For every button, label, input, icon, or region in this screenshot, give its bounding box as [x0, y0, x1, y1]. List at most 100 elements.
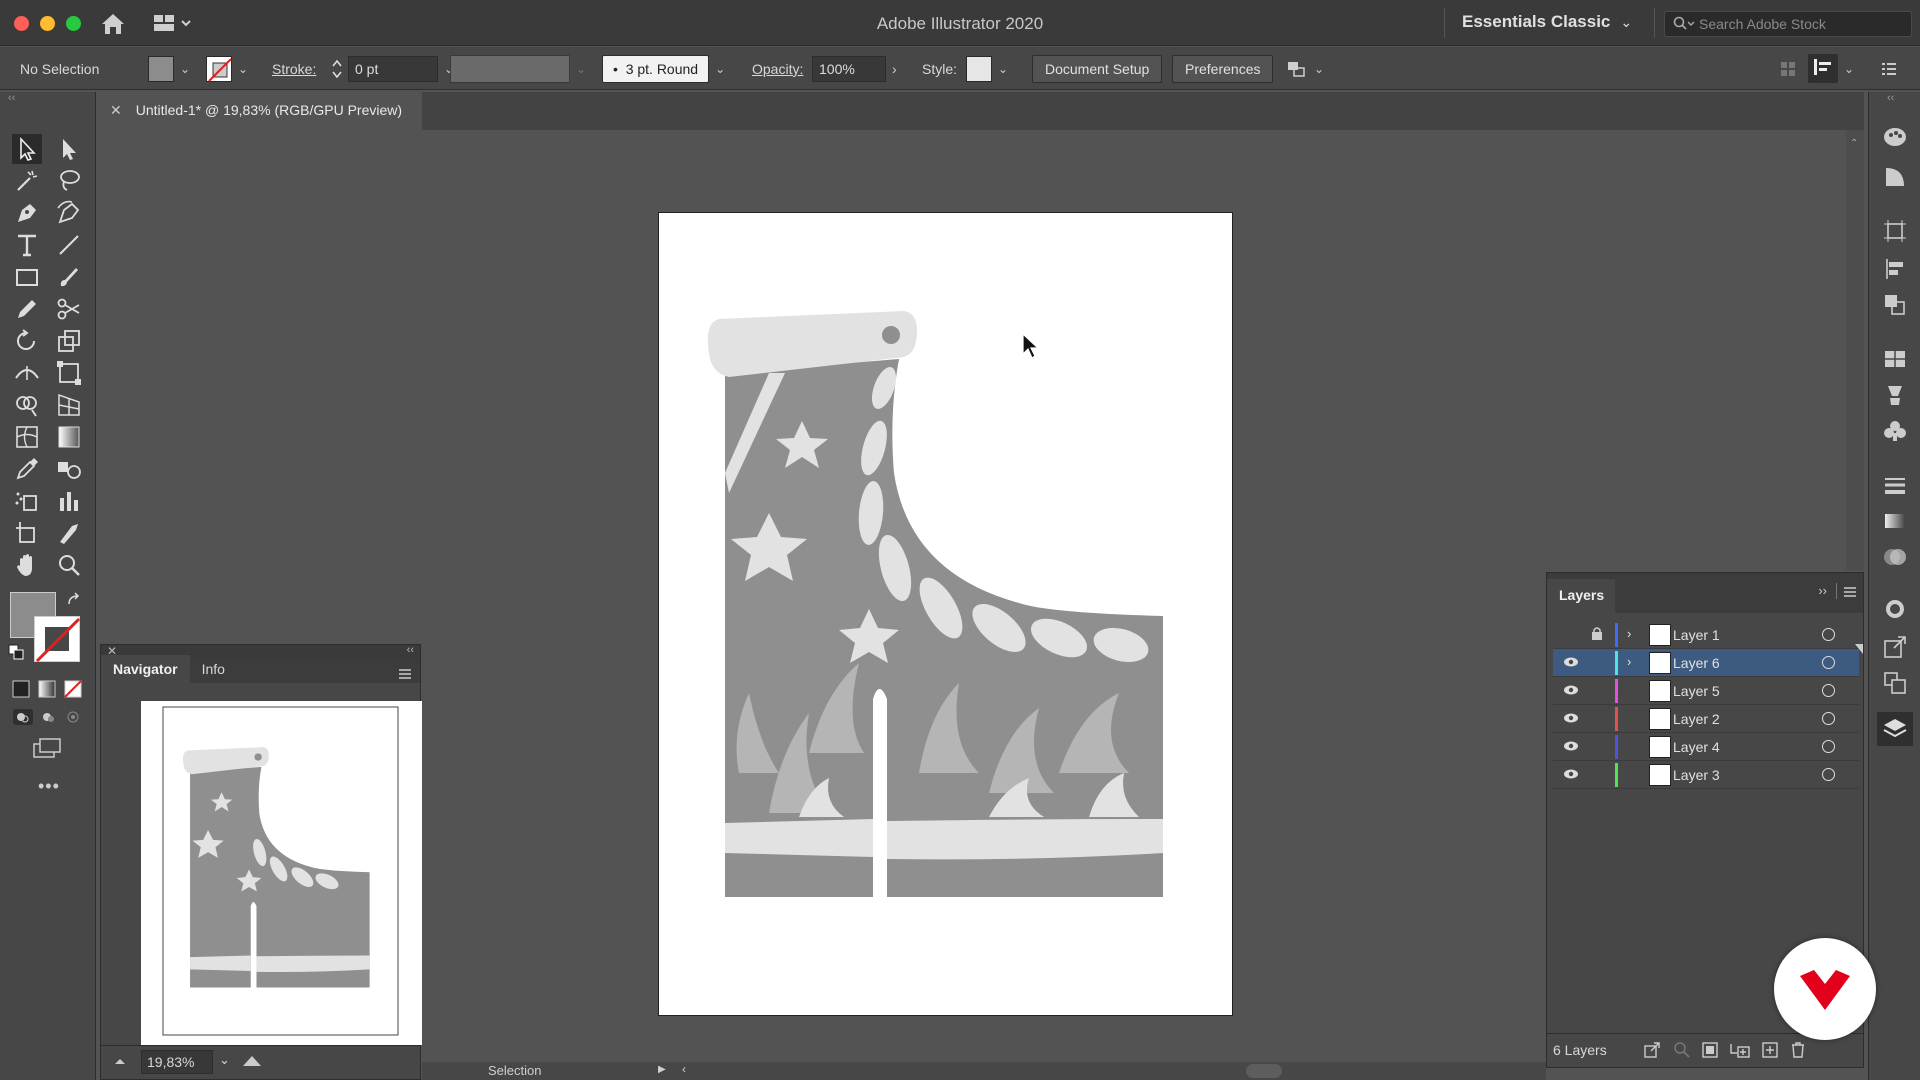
create-sublayer-icon[interactable]: [1729, 1041, 1751, 1062]
stroke-weight-value[interactable]: 0 pt: [348, 55, 438, 82]
draw-normal-icon[interactable]: [12, 708, 34, 729]
properties-toggle[interactable]: ⌄: [1808, 47, 1854, 90]
lock-icon[interactable]: [1591, 626, 1603, 643]
curvature-tool-icon[interactable]: [54, 198, 84, 228]
eyedropper-tool-icon[interactable]: [12, 454, 42, 484]
layer-target-icon[interactable]: [1822, 656, 1835, 669]
chevron-down-icon[interactable]: ⌄: [576, 62, 586, 76]
panel-menu-icon[interactable]: [1843, 585, 1857, 601]
layer-name[interactable]: Layer 2: [1673, 711, 1720, 727]
stroke-swatch-control[interactable]: ⌄: [206, 47, 248, 90]
layer-row[interactable]: › Layer 6: [1553, 649, 1859, 677]
column-graph-tool-icon[interactable]: [54, 486, 84, 516]
style-swatch-control[interactable]: ⌄: [966, 47, 1008, 90]
paintbrush-tool-icon[interactable]: [54, 262, 84, 292]
eye-icon[interactable]: [1563, 655, 1579, 671]
expand-layer-icon[interactable]: ›: [1627, 654, 1631, 669]
stroke-color-box[interactable]: [34, 616, 81, 663]
fill-swatch[interactable]: [148, 55, 174, 82]
collapse-panel-icon[interactable]: ››: [1818, 583, 1827, 598]
variable-width-profile[interactable]: ⌄: [450, 47, 586, 90]
stroke-label[interactable]: Stroke:: [272, 47, 316, 90]
status-menu-icon[interactable]: ▶: [658, 1064, 666, 1075]
default-colors-icon[interactable]: [8, 644, 24, 663]
layer-row[interactable]: › Layer 1: [1553, 621, 1859, 649]
panel-menu-icon[interactable]: [1880, 47, 1898, 90]
stroke-stepper[interactable]: [330, 47, 344, 90]
opacity-label[interactable]: Opacity:: [752, 47, 803, 90]
selection-tool-icon[interactable]: [12, 134, 42, 164]
layer-name[interactable]: Layer 4: [1673, 739, 1720, 755]
chevron-down-icon[interactable]: ⌄: [998, 62, 1008, 76]
gradient-mode-icon[interactable]: [38, 680, 56, 701]
layer-row[interactable]: Layer 3: [1553, 761, 1859, 789]
draw-inside-icon[interactable]: [62, 708, 84, 729]
rectangle-tool-icon[interactable]: [12, 262, 42, 292]
properties-icon[interactable]: [1808, 54, 1838, 83]
chevron-down-icon[interactable]: ⌄: [1844, 62, 1854, 76]
line-segment-tool-icon[interactable]: [54, 230, 84, 260]
layer-name[interactable]: Layer 1: [1673, 627, 1720, 643]
color-mode-icon[interactable]: [12, 680, 30, 701]
search-stock-input[interactable]: Search Adobe Stock: [1664, 11, 1912, 37]
shape-builder-tool-icon[interactable]: [12, 390, 42, 420]
type-tool-icon[interactable]: [12, 230, 42, 260]
chevron-down-icon[interactable]: ⌄: [180, 62, 190, 76]
layer-row[interactable]: Layer 5: [1553, 677, 1859, 705]
collapse-panel-icon[interactable]: ‹‹: [8, 92, 15, 104]
preferences-button[interactable]: Preferences: [1172, 54, 1274, 83]
color-guide-icon[interactable]: [1882, 164, 1908, 190]
layer-name[interactable]: Layer 3: [1673, 767, 1720, 783]
layer-row[interactable]: Layer 4: [1553, 733, 1859, 761]
make-clipping-mask-icon[interactable]: [1701, 1041, 1719, 1062]
layer-target-icon[interactable]: [1822, 712, 1835, 725]
artboard-tool-icon[interactable]: [12, 518, 42, 548]
artboards-panel-icon[interactable]: [1882, 670, 1908, 696]
tab-info[interactable]: Info: [190, 655, 237, 683]
layer-name[interactable]: Layer 6: [1673, 655, 1720, 671]
stroke-weight-field[interactable]: 0 pt ⌄: [348, 47, 454, 90]
close-tab-icon[interactable]: ✕: [110, 102, 122, 118]
collapse-panel-icon[interactable]: ‹‹: [407, 644, 414, 656]
grid-view-icon[interactable]: [1778, 47, 1798, 90]
navigator-preview[interactable]: [141, 701, 422, 1045]
perspective-grid-tool-icon[interactable]: [54, 390, 84, 420]
layers-panel-icon[interactable]: [1877, 712, 1913, 746]
eye-icon[interactable]: [1563, 683, 1579, 699]
rotate-tool-icon[interactable]: [12, 326, 42, 356]
blend-tool-icon[interactable]: [54, 454, 84, 484]
transparency-panel-icon[interactable]: [1882, 544, 1908, 570]
opacity-value[interactable]: 100%: [812, 55, 886, 82]
pen-tool-icon[interactable]: [12, 198, 42, 228]
screen-mode-icon[interactable]: [32, 736, 64, 763]
slice-tool-icon[interactable]: [54, 518, 84, 548]
brush-definition[interactable]: • 3 pt. Round: [602, 54, 710, 83]
layer-target-icon[interactable]: [1822, 768, 1835, 781]
layer-name[interactable]: Layer 5: [1673, 683, 1720, 699]
zoom-field[interactable]: 19,83%: [141, 1050, 213, 1074]
direct-selection-tool-icon[interactable]: [54, 134, 84, 164]
symbols-panel-icon[interactable]: [1882, 418, 1908, 444]
style-swatch[interactable]: [966, 55, 992, 82]
export-panel-icon[interactable]: [1882, 634, 1908, 660]
expand-layer-icon[interactable]: ›: [1627, 626, 1631, 641]
eye-icon[interactable]: [1563, 767, 1579, 783]
locate-object-icon[interactable]: [1673, 1041, 1691, 1062]
mesh-tool-icon[interactable]: [12, 422, 42, 452]
tab-navigator[interactable]: Navigator: [101, 655, 190, 683]
scale-tool-icon[interactable]: [54, 326, 84, 356]
profile-preview[interactable]: [450, 54, 570, 83]
arrange-menu[interactable]: ⌄: [1286, 47, 1324, 90]
panel-menu-icon[interactable]: [398, 667, 412, 683]
magic-wand-tool-icon[interactable]: [12, 166, 42, 196]
chevron-down-icon[interactable]: ⌄: [1314, 62, 1324, 76]
document-setup-button[interactable]: Document Setup: [1032, 54, 1163, 83]
lasso-tool-icon[interactable]: [54, 166, 84, 196]
boot-artwork[interactable]: [659, 213, 1234, 1017]
eye-icon[interactable]: [1563, 739, 1579, 755]
layer-row[interactable]: Layer 2: [1553, 705, 1859, 733]
gradient-tool-icon[interactable]: [54, 422, 84, 452]
appearance-panel-icon[interactable]: [1882, 596, 1908, 622]
layer-target-icon[interactable]: [1822, 684, 1835, 697]
layer-target-icon[interactable]: [1822, 740, 1835, 753]
